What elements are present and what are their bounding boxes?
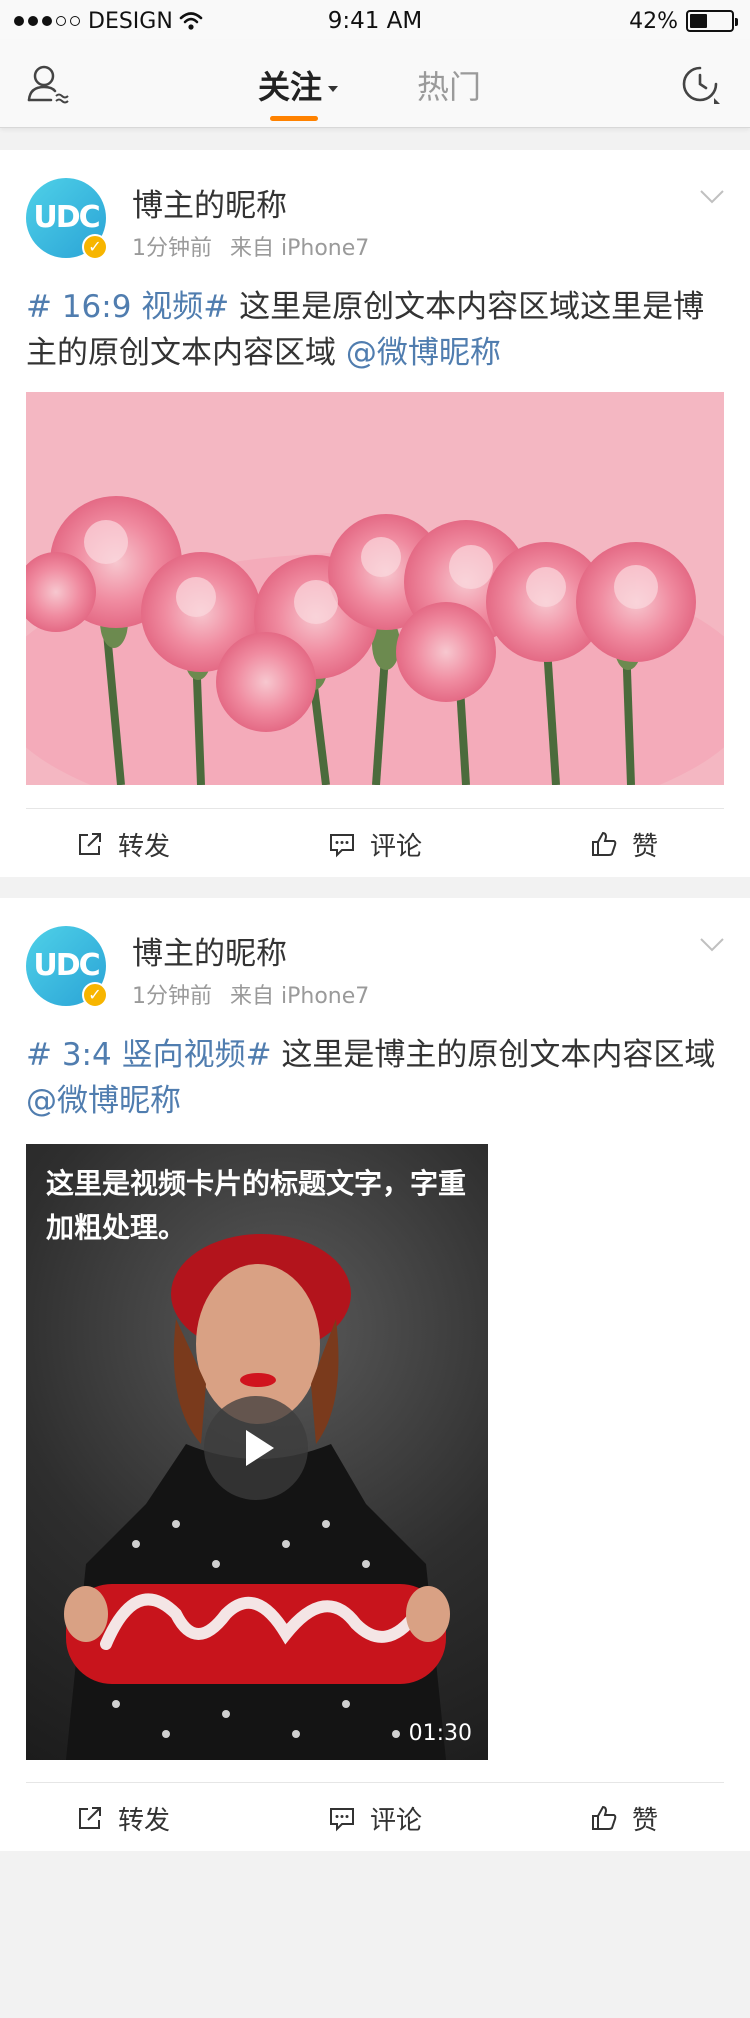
verified-badge-icon: ✓ [82, 982, 108, 1008]
carnation-flowers-image [26, 392, 724, 785]
play-icon [246, 1430, 274, 1466]
thumbs-up-icon [592, 1805, 617, 1830]
like-button[interactable]: 赞 [590, 809, 658, 879]
repost-label: 转发 [118, 831, 171, 862]
feed-card: UDC ✓ 博主的昵称 1分钟前 来自 iPhone7 # 3:4 竖向视频# 这… [0, 898, 750, 1851]
mention-link[interactable]: @微博昵称 [346, 335, 501, 371]
comment-label: 评论 [370, 1805, 423, 1836]
top-nav: 关注 热门 [0, 40, 750, 128]
status-bar: DESIGN 9:41 AM 42% [0, 0, 750, 40]
tab-hot[interactable]: 热门 [417, 62, 481, 108]
verified-badge-icon: ✓ [82, 234, 108, 260]
chevron-down-icon[interactable] [700, 938, 724, 952]
comment-icon [330, 834, 354, 858]
like-label: 赞 [632, 1805, 659, 1836]
repost-button[interactable]: 转发 [76, 1783, 170, 1853]
battery-percent: 42% [629, 8, 678, 34]
avatar-logo-text: UDC [33, 948, 100, 983]
avatar[interactable]: UDC ✓ [26, 178, 108, 260]
post-meta: 1分钟前 来自 iPhone7 [132, 978, 387, 1010]
tab-follow-label: 关注 [258, 68, 323, 106]
author-name[interactable]: 博主的昵称 [132, 928, 287, 973]
post-meta: 1分钟前 来自 iPhone7 [132, 230, 387, 262]
action-bar: 转发 评论 赞 [26, 1782, 724, 1852]
like-label: 赞 [632, 831, 659, 862]
repost-icon [79, 833, 101, 855]
caret-down-icon [328, 86, 339, 92]
avatar-logo-text: UDC [33, 200, 100, 235]
video-card[interactable]: 这里是视频卡片的标题文字，字重加粗处理。 01:30 [26, 1144, 488, 1760]
repost-icon [79, 1807, 101, 1829]
post-time: 1分钟前 [132, 236, 212, 261]
avatar[interactable]: UDC ✓ [26, 926, 108, 1008]
comment-label: 评论 [370, 831, 423, 862]
topic-link[interactable]: # 3:4 竖向视频# [26, 1037, 272, 1073]
comment-button[interactable]: 评论 [328, 1783, 422, 1853]
comment-icon [330, 1808, 354, 1832]
radar-clock-icon[interactable] [676, 60, 724, 108]
post-time: 1分钟前 [132, 984, 212, 1009]
chevron-down-icon[interactable] [700, 190, 724, 204]
video-title: 这里是视频卡片的标题文字，字重加粗处理。 [46, 1167, 467, 1244]
battery-group: 42% [629, 8, 738, 34]
post-source: 来自 iPhone7 [230, 236, 370, 261]
post-source: 来自 iPhone7 [230, 984, 370, 1009]
post-image[interactable] [26, 392, 724, 785]
like-button[interactable]: 赞 [590, 1783, 658, 1853]
repost-button[interactable]: 转发 [76, 809, 170, 879]
mention-link[interactable]: @微博昵称 [26, 1083, 181, 1119]
comment-button[interactable]: 评论 [328, 809, 422, 879]
action-bar: 转发 评论 赞 [26, 808, 724, 878]
tab-active-indicator [270, 116, 318, 121]
tab-follow[interactable]: 关注 [258, 62, 339, 108]
post-text: # 3:4 竖向视频# 这里是博主的原创文本内容区域 @微博昵称 [26, 1032, 726, 1124]
play-button[interactable] [204, 1396, 308, 1500]
add-friend-icon[interactable] [24, 60, 72, 108]
topic-link[interactable]: # 16:9 视频# [26, 289, 229, 325]
thumbs-up-icon [592, 831, 617, 856]
author-name[interactable]: 博主的昵称 [132, 180, 287, 225]
post-text: # 16:9 视频# 这里是原创文本内容区域这里是博主的原创文本内容区域 @微博… [26, 284, 726, 376]
battery-icon [686, 10, 738, 32]
repost-label: 转发 [118, 1805, 171, 1836]
feed-card: UDC ✓ 博主的昵称 1分钟前 来自 iPhone7 # 16:9 视频# 这里… [0, 150, 750, 877]
post-body: 这里是博主的原创文本内容区域 [271, 1037, 716, 1073]
video-duration: 01:30 [408, 1721, 472, 1746]
